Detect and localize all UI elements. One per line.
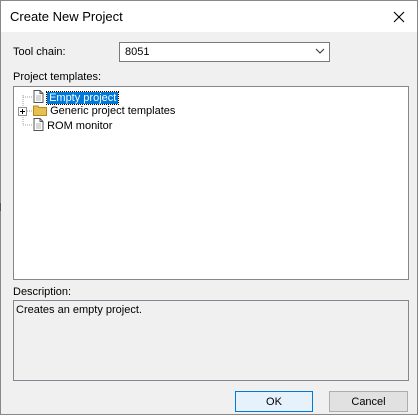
description-label: Description: [13,286,72,298]
title-bar: Create New Project [1,1,417,32]
ok-button[interactable]: OK [235,391,313,412]
document-icon [33,118,44,131]
tree-item-generic-templates[interactable]: Generic project templates [33,104,175,118]
dialog-title: Create New Project [10,9,123,24]
tree-item-label: Generic project templates [50,105,176,117]
tree-item-rom-monitor[interactable]: ROM monitor [33,118,112,132]
plus-icon [20,109,25,114]
tree-item-empty-project[interactable]: Empty project [33,90,120,105]
tree-expander[interactable] [18,107,27,116]
tree-item-label: Empty project [46,91,120,105]
close-button[interactable] [381,1,417,32]
chevron-down-icon [315,48,325,54]
templates-tree[interactable]: Empty project Generic project templates … [13,86,409,280]
description-text: Creates an empty project. [16,304,142,316]
background-edge [0,203,1,211]
description-box: Creates an empty project. [13,300,409,381]
create-project-dialog: Create New Project Tool chain: 8051 Proj… [0,0,418,415]
toolchain-value: 8051 [125,46,150,58]
document-icon [33,90,44,103]
close-icon [393,11,405,22]
cancel-button[interactable]: Cancel [329,391,408,412]
folder-icon [33,105,47,116]
tree-item-label: ROM monitor [47,120,113,132]
toolchain-select[interactable]: 8051 [119,42,330,62]
templates-label: Project templates: [13,71,102,83]
toolchain-label: Tool chain: [13,46,66,58]
